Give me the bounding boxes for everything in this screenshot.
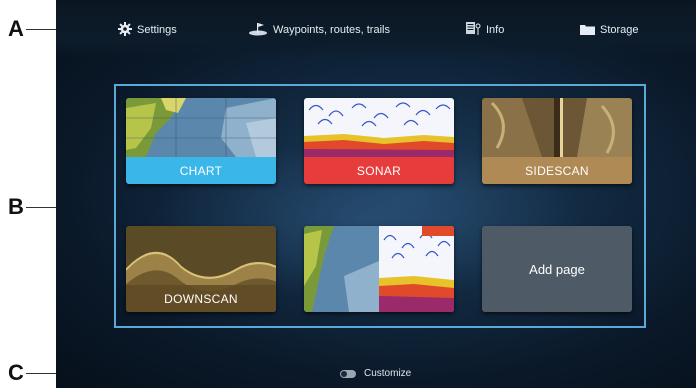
sidescan-label: SIDESCAN — [482, 157, 632, 184]
chart-tile[interactable]: CHART — [126, 98, 276, 184]
callout-b: B — [8, 194, 24, 219]
sonar-tile[interactable]: SONAR — [304, 98, 454, 184]
waypoints-label: Waypoints, routes, trails — [273, 24, 390, 36]
sonar-label: SONAR — [304, 157, 454, 184]
customize-toggle[interactable]: Customize — [340, 368, 411, 379]
add-page-tile[interactable]: Add page — [482, 226, 632, 312]
folder-icon — [580, 23, 595, 38]
customize-label: Customize — [364, 368, 412, 379]
callout-c: C — [8, 360, 24, 385]
chart-label: CHART — [126, 157, 276, 184]
chart-sonar-combo-tile[interactable] — [304, 226, 454, 312]
settings-label: Settings — [137, 24, 177, 36]
info-menu[interactable]: Info — [465, 21, 504, 39]
downscan-label: DOWNSCAN — [126, 285, 276, 312]
downscan-tile[interactable]: DOWNSCAN — [126, 226, 276, 312]
info-label: Info — [486, 24, 505, 36]
sonar-thumbnail — [304, 98, 454, 157]
storage-menu[interactable]: Storage — [580, 21, 639, 39]
top-menu-bar: Settings Waypoints, routes, trails Info … — [56, 0, 696, 58]
waypoint-flag-icon — [248, 22, 268, 39]
sidescan-thumbnail — [482, 98, 632, 157]
chart-thumbnail — [126, 98, 276, 157]
callout-a: A — [8, 16, 24, 41]
chart-sonar-combo-thumbnail — [304, 226, 454, 312]
toggle-switch-icon — [340, 369, 356, 378]
waypoints-menu[interactable]: Waypoints, routes, trails — [248, 21, 390, 39]
home-screen: Settings Waypoints, routes, trails Info … — [56, 0, 696, 388]
storage-label: Storage — [600, 24, 639, 36]
page-tiles-panel: CHART SONAR SIDESCAN DOWNSCAN Add page — [114, 84, 646, 328]
sidescan-tile[interactable]: SIDESCAN — [482, 98, 632, 184]
gear-icon — [118, 21, 132, 39]
info-icon — [465, 21, 481, 40]
add-page-label: Add page — [529, 261, 585, 277]
settings-menu[interactable]: Settings — [118, 21, 177, 39]
